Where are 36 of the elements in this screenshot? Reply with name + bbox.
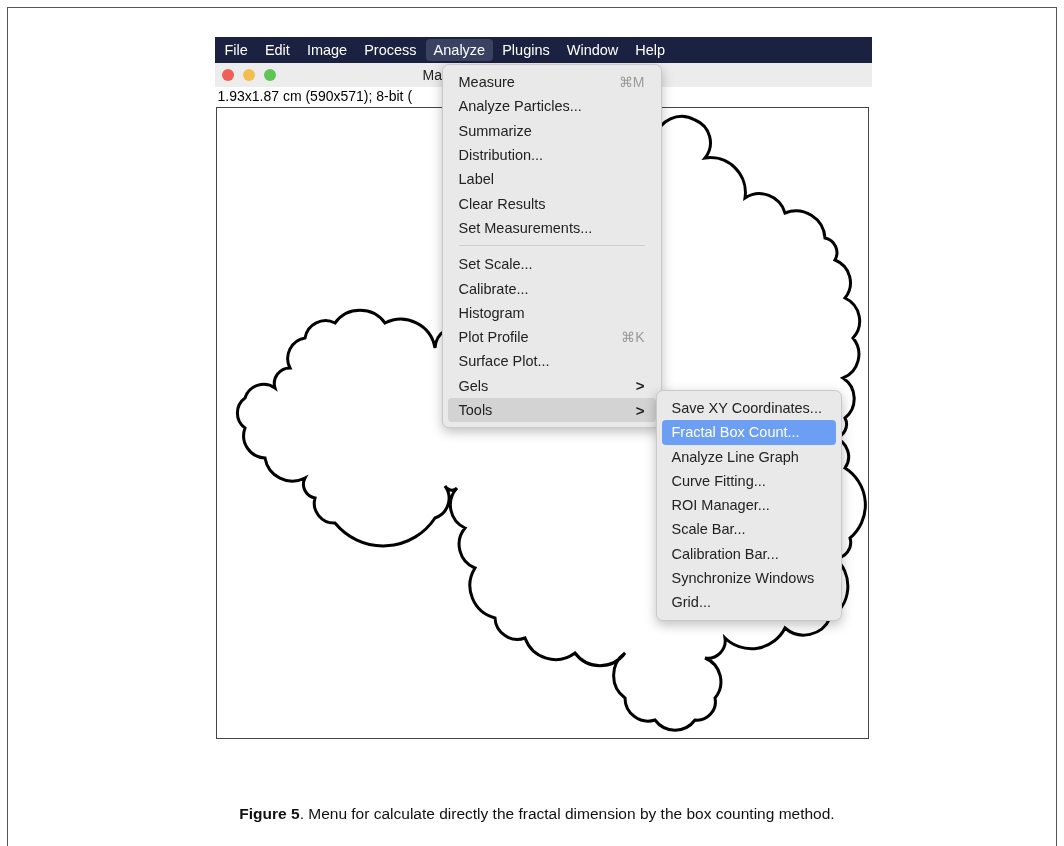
menu-item[interactable]: Synchronize Windows bbox=[661, 566, 836, 591]
menu-bar-item[interactable]: Help bbox=[627, 39, 674, 61]
chevron-icon: > bbox=[635, 401, 645, 419]
menu-item[interactable]: Calibrate... bbox=[447, 276, 656, 301]
menu-item[interactable]: Summarize bbox=[447, 118, 656, 143]
window-title: Ma bbox=[422, 67, 442, 83]
menu-item[interactable]: Plot Profile ⌘K bbox=[447, 324, 656, 350]
menu-item[interactable]: Distribution... bbox=[447, 142, 656, 168]
menu-item[interactable]: Set Measurements... bbox=[447, 215, 656, 241]
menu-item[interactable]: Histogram bbox=[447, 300, 656, 325]
minimize-button[interactable] bbox=[242, 69, 255, 81]
menu-item[interactable]: Set Scale... bbox=[447, 252, 656, 277]
menu-bar-item[interactable]: Window bbox=[558, 39, 627, 61]
figure-caption: Figure 5. Menu for calculate directly the fractal dimension by the box counting method. bbox=[239, 805, 835, 823]
menu-bar-item[interactable]: Analyze bbox=[425, 39, 494, 61]
chevron-icon: > bbox=[635, 377, 645, 395]
menu-item[interactable]: Grid... bbox=[661, 590, 836, 615]
menu-item[interactable]: Curve Fitting... bbox=[661, 468, 836, 494]
menu-bar-item[interactable]: Process bbox=[356, 39, 425, 61]
menu-item[interactable]: Label bbox=[447, 167, 656, 192]
menu-item[interactable]: Calibration Bar... bbox=[661, 541, 836, 567]
menu-bar-item[interactable]: Edit bbox=[256, 39, 298, 61]
menu-item[interactable]: Surface Plot... bbox=[447, 349, 656, 374]
menu-item[interactable]: Gels > bbox=[447, 373, 656, 398]
menu-bar-item[interactable]: File bbox=[216, 39, 256, 61]
menu-bar-item[interactable]: Plugins bbox=[494, 39, 558, 61]
close-button[interactable] bbox=[221, 69, 234, 81]
zoom-button[interactable] bbox=[263, 69, 276, 81]
menu-item[interactable]: Tools > bbox=[447, 397, 656, 423]
menu-item[interactable]: ROI Manager... bbox=[661, 493, 836, 518]
menu-item[interactable]: Save XY Coordinates... bbox=[661, 396, 836, 421]
menu-item[interactable]: Analyze Line Graph bbox=[661, 444, 836, 469]
menu-item[interactable]: Scale Bar... bbox=[661, 517, 836, 542]
shortcut-label: ⌘K bbox=[621, 329, 645, 346]
menu-item[interactable]: Clear Results bbox=[447, 191, 656, 216]
menu-bar-item[interactable]: Image bbox=[298, 39, 356, 61]
